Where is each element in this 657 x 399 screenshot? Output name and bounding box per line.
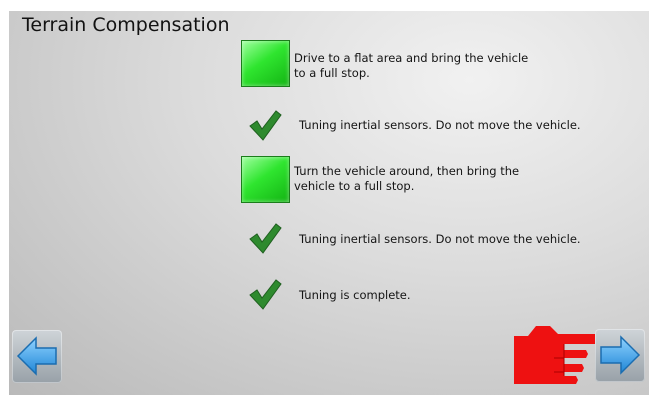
step-1-checkbox[interactable] [241,40,290,87]
pointing-hand-icon [514,326,604,384]
step-1-text: Drive to a flat area and bring the vehic… [294,51,528,81]
step-1-line-1: Drive to a flat area and bring the vehic… [294,51,529,65]
arrow-right-icon [600,335,641,375]
step-4-text: Tuning inertial sensors. Do not move the… [299,232,581,246]
page-title: Terrain Compensation [22,14,230,36]
next-button[interactable] [595,329,645,382]
step-3-line-1: Turn the vehicle around, then bring the [294,164,520,178]
checkmark-icon [249,223,282,254]
step-5-text: Tuning is complete. [299,288,411,302]
step-2-text: Tuning inertial sensors. Do not move the… [299,118,581,132]
back-button[interactable] [12,330,62,383]
checkmark-icon [249,110,282,141]
step-3-checkbox[interactable] [241,156,290,203]
step-3-text: Turn the vehicle around, then bring the … [294,164,519,194]
terrain-compensation-screen: Terrain Compensation Drive to a flat are… [9,11,649,395]
checkmark-icon [249,279,282,310]
step-1-line-2: to a full stop. [294,66,370,80]
step-3-line-2: vehicle to a full stop. [294,179,415,193]
arrow-left-icon [16,336,57,376]
